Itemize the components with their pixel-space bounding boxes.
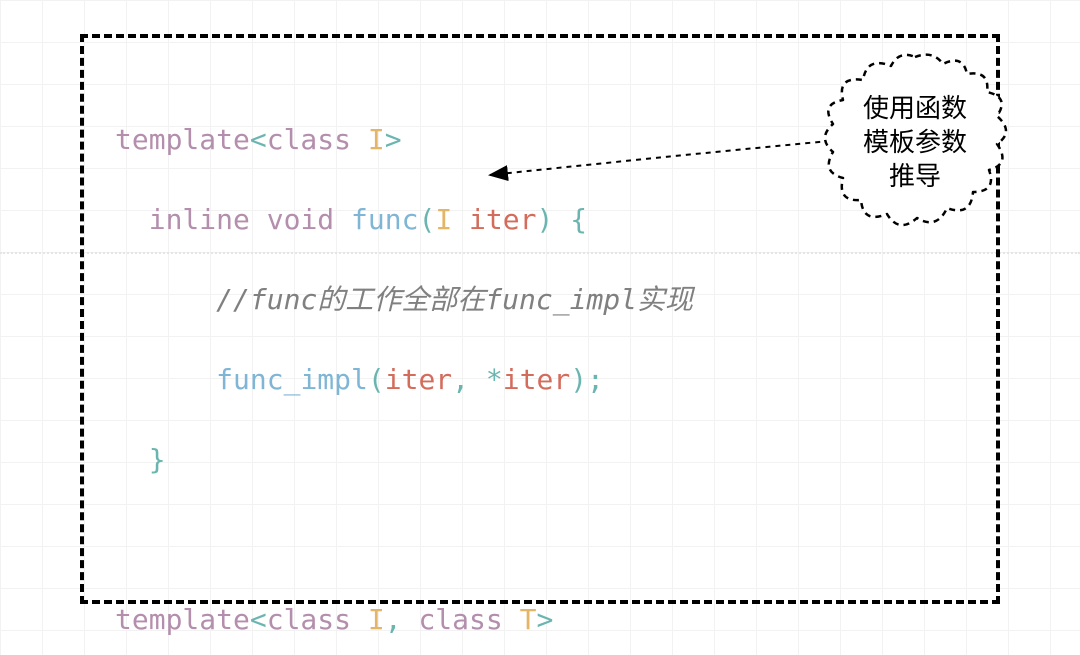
punct-lparen: ( [418,203,435,236]
keyword-class: class [267,123,351,156]
type-I: I [368,603,385,636]
punct-lt: < [250,123,267,156]
keyword-void: void [267,203,334,236]
keyword-template: template [115,603,250,636]
code-line-5: } [115,440,704,480]
keyword-template: template [115,123,250,156]
ident-iter: iter [503,363,570,396]
punct-lt: < [250,603,267,636]
func-name-func-impl: func_impl [216,363,368,396]
punct-comma: , [452,363,469,396]
func-name-func: func [351,203,418,236]
ident-iter: iter [469,203,536,236]
annotation-arrow [480,135,860,195]
canvas: template<class I> inline void func(I ite… [0,0,1080,655]
code-line-2: inline void func(I iter) { [115,200,704,240]
code-line-7: template<class I, class T> [115,600,704,640]
keyword-class: class [267,603,351,636]
punct-rparen: ) [570,363,587,396]
punct-semi: ; [587,363,604,396]
punct-gt: > [385,123,402,156]
punct-lparen: ( [368,363,385,396]
code-line-3: //func的工作全部在func_impl实现 [115,280,704,320]
punct-rparen: ) [536,203,553,236]
punct-comma: , [385,603,402,636]
type-I: I [368,123,385,156]
code-line-6 [115,520,704,560]
punct-star: * [486,363,503,396]
ident-iter: iter [385,363,452,396]
code-line-4: func_impl(iter, *iter); [115,360,704,400]
keyword-inline: inline [149,203,250,236]
type-I: I [435,203,452,236]
punct-lbrace: { [570,203,587,236]
keyword-class: class [418,603,502,636]
punct-rbrace: } [149,443,166,476]
type-T: T [520,603,537,636]
comment-func-job: //func的工作全部在func_impl实现 [216,283,693,316]
punct-gt: > [536,603,553,636]
